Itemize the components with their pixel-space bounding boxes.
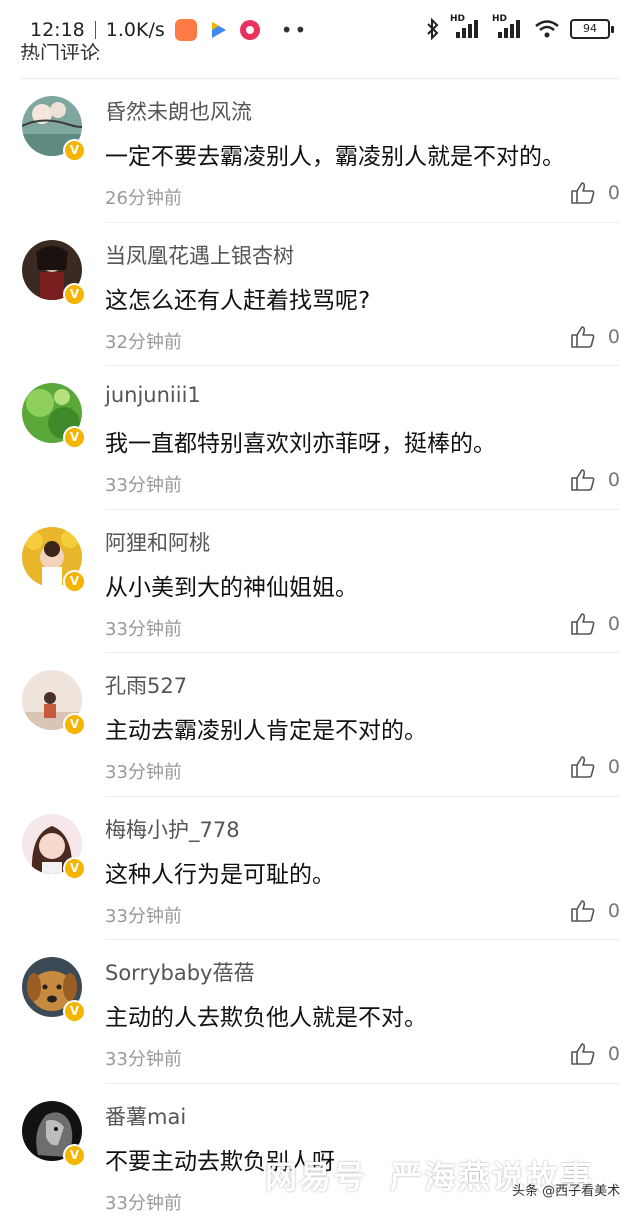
username[interactable]: Sorrybaby蓓蓓 [105, 957, 254, 987]
comment-text: 从小美到大的神仙姐姐。 [105, 568, 358, 602]
comment-time: 33分钟前 [105, 615, 182, 641]
comment-time: 33分钟前 [105, 902, 182, 928]
username[interactable]: 孔雨527 [105, 670, 187, 700]
like-count: 0 [608, 756, 620, 778]
verified-badge: V [63, 1000, 86, 1023]
comment-text: 一定不要去霸凌别人，霸凌别人就是不对的。 [105, 137, 565, 171]
like-button[interactable]: 0 [570, 612, 620, 636]
comment-time: 33分钟前 [105, 1045, 182, 1071]
section-title: 热门评论 [20, 38, 100, 60]
verified-badge: V [63, 426, 86, 449]
wifi-icon [534, 19, 560, 39]
username[interactable]: 当凤凰花遇上银杏树 [105, 240, 294, 270]
verified-badge: V [63, 713, 86, 736]
music-app-icon [239, 19, 261, 41]
comment-time: 33分钟前 [105, 758, 182, 784]
username[interactable]: 昏然未朗也风流 [105, 96, 252, 126]
comment-item: V Sorrybaby蓓蓓 主动的人去欺负他人就是不对。 33分钟前 0 [0, 940, 640, 1084]
comment-item: V junjuniii1 我一直都特别喜欢刘亦菲呀，挺棒的。 33分钟前 0 [0, 366, 640, 510]
like-button[interactable]: 0 [570, 181, 620, 205]
comment-time: 33分钟前 [105, 1189, 182, 1215]
verified-badge: V [63, 857, 86, 880]
verified-badge: V [63, 139, 86, 162]
thumbs-up-icon [570, 468, 596, 492]
watermark-separator [377, 1164, 380, 1194]
comment-list: V 昏然未朗也风流 一定不要去霸凌别人，霸凌别人就是不对的。 26分钟前 0 V… [0, 79, 640, 1227]
thumbs-up-icon [570, 325, 596, 349]
verified-badge: V [63, 1144, 86, 1167]
like-button[interactable]: 0 [570, 755, 620, 779]
like-count: 0 [608, 182, 620, 204]
like-count: 0 [608, 1043, 620, 1065]
username[interactable]: 番薯mai [105, 1101, 186, 1131]
like-button[interactable]: 0 [570, 1042, 620, 1066]
like-button[interactable]: 0 [570, 325, 620, 349]
thumbs-up-icon [570, 181, 596, 205]
like-count: 0 [608, 326, 620, 348]
thumbs-up-icon [570, 612, 596, 636]
comment-time: 26分钟前 [105, 184, 182, 210]
comment-text: 主动去霸凌别人肯定是不对的。 [105, 711, 427, 745]
more-notifications-icon: •• [281, 18, 309, 42]
like-count: 0 [608, 469, 620, 491]
comment-text: 我一直都特别喜欢刘亦菲呀，挺棒的。 [105, 424, 496, 458]
status-separator [95, 21, 96, 39]
comment-text: 这怎么还有人赶着找骂呢? [105, 281, 370, 315]
comment-item: V 阿狸和阿桃 从小美到大的神仙姐姐。 33分钟前 0 [0, 510, 640, 654]
signal-1-icon: HD [450, 18, 482, 40]
comment-item: V 梅梅小护_778 这种人行为是可耻的。 33分钟前 0 [0, 797, 640, 941]
like-count: 0 [608, 900, 620, 922]
comment-item: V 当凤凰花遇上银杏树 这怎么还有人赶着找骂呢? 32分钟前 0 [0, 223, 640, 367]
bluetooth-icon [426, 18, 440, 40]
verified-badge: V [63, 570, 86, 593]
comment-text: 这种人行为是可耻的。 [105, 855, 335, 889]
play-icon [207, 19, 229, 41]
username[interactable]: junjuniii1 [105, 383, 201, 407]
watermark-sub: 头条 @西子看美术 [512, 1180, 620, 1199]
verified-badge: V [63, 283, 86, 306]
comment-text: 主动的人去欺负他人就是不对。 [105, 998, 427, 1032]
like-button[interactable]: 0 [570, 899, 620, 923]
signal-2-icon: HD [492, 18, 524, 40]
like-count: 0 [608, 613, 620, 635]
comment-item: V 昏然未朗也风流 一定不要去霸凌别人，霸凌别人就是不对的。 26分钟前 0 [0, 79, 640, 223]
battery-icon: 94 [570, 19, 610, 39]
username[interactable]: 梅梅小护_778 [105, 814, 240, 844]
comment-item: V 孔雨527 主动去霸凌别人肯定是不对的。 33分钟前 0 [0, 653, 640, 797]
app-notification-icon [175, 19, 197, 41]
network-speed: 1.0K/s [106, 19, 165, 41]
username[interactable]: 阿狸和阿桃 [105, 527, 210, 557]
comment-time: 32分钟前 [105, 328, 182, 354]
comment-time: 33分钟前 [105, 471, 182, 497]
thumbs-up-icon [570, 755, 596, 779]
like-button[interactable]: 0 [570, 468, 620, 492]
watermark-brand: 网易号 [265, 1158, 367, 1196]
thumbs-up-icon [570, 1042, 596, 1066]
thumbs-up-icon [570, 899, 596, 923]
